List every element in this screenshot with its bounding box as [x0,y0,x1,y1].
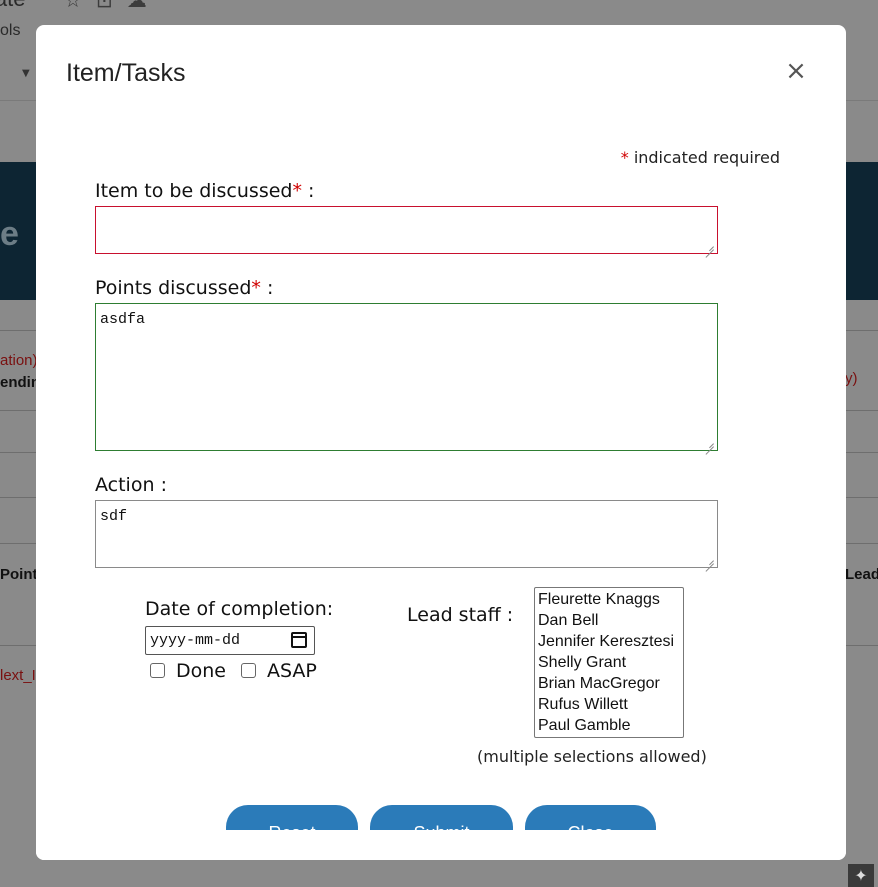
lead-staff-option[interactable]: Fleurette Knaggs [538,589,680,610]
points-textarea[interactable] [95,303,718,451]
required-note: * indicated required [621,148,780,167]
lead-staff-option[interactable]: Paul Gamble [538,715,680,736]
item-label: Item to be discussed* : [95,180,314,202]
points-label-colon: : [266,277,274,299]
action-textarea[interactable] [95,500,718,568]
background-title: late [0,0,25,12]
action-label: Action : [95,474,167,496]
close-icon[interactable]: × [782,57,810,85]
modal-footer-mask [36,830,846,860]
resize-grip-icon[interactable] [705,241,715,251]
lead-staff-select[interactable]: Fleurette Knaggs Dan Bell Jennifer Keres… [534,587,684,738]
background-toolbar-icons: ☆⊡☁ [64,0,161,12]
item-textarea[interactable] [95,206,718,254]
modal-title: Item/Tasks [66,59,186,87]
background-text: y) [845,370,858,387]
lead-staff-label: Lead staff : [407,604,514,626]
lead-staff-option[interactable]: Brian MacGregor [538,673,680,694]
item-tasks-modal: Item/Tasks × * indicated required Item t… [36,25,846,860]
background-text: Lead [845,566,878,583]
item-label-colon: : [308,180,315,202]
points-label: Points discussed* : [95,277,273,299]
background-text: lext_I [0,667,36,684]
chevron-down-icon: ▼ [22,68,30,79]
sparkle-icon[interactable]: ✦ [848,864,874,887]
asap-label: ASAP [267,660,317,682]
required-star: * [620,148,629,167]
required-star: * [292,180,302,202]
action-label-colon: : [160,474,167,496]
background-banner-text: e [0,215,19,253]
lead-staff-option[interactable]: Jennifer Keresztesi [538,631,680,652]
done-checkbox[interactable] [150,663,165,678]
resize-grip-icon[interactable] [705,555,715,565]
background-text: endin [0,374,40,391]
action-label-text: Action [95,474,155,496]
lead-staff-option[interactable]: Shelly Grant [538,652,680,673]
done-label: Done [176,660,226,682]
multiple-selection-note: (multiple selections allowed) [477,747,707,766]
date-placeholder: yyyy-mm-dd [150,632,241,649]
required-note-text: indicated required [633,148,780,167]
asap-checkbox[interactable] [241,663,256,678]
resize-grip-icon[interactable] [705,438,715,448]
item-label-text: Item to be discussed [95,180,293,202]
lead-staff-option[interactable]: Rufus Willett [538,694,680,715]
required-star: * [251,277,261,299]
points-label-text: Points discussed [95,277,252,299]
calendar-icon[interactable] [291,632,307,648]
background-menu-text: ols [0,22,21,39]
background-text: Point [0,566,38,583]
date-label: Date of completion: [145,598,334,620]
background-text: ation) [0,352,38,369]
lead-staff-option[interactable]: Dan Bell [538,610,680,631]
date-input[interactable]: yyyy-mm-dd [145,626,315,655]
